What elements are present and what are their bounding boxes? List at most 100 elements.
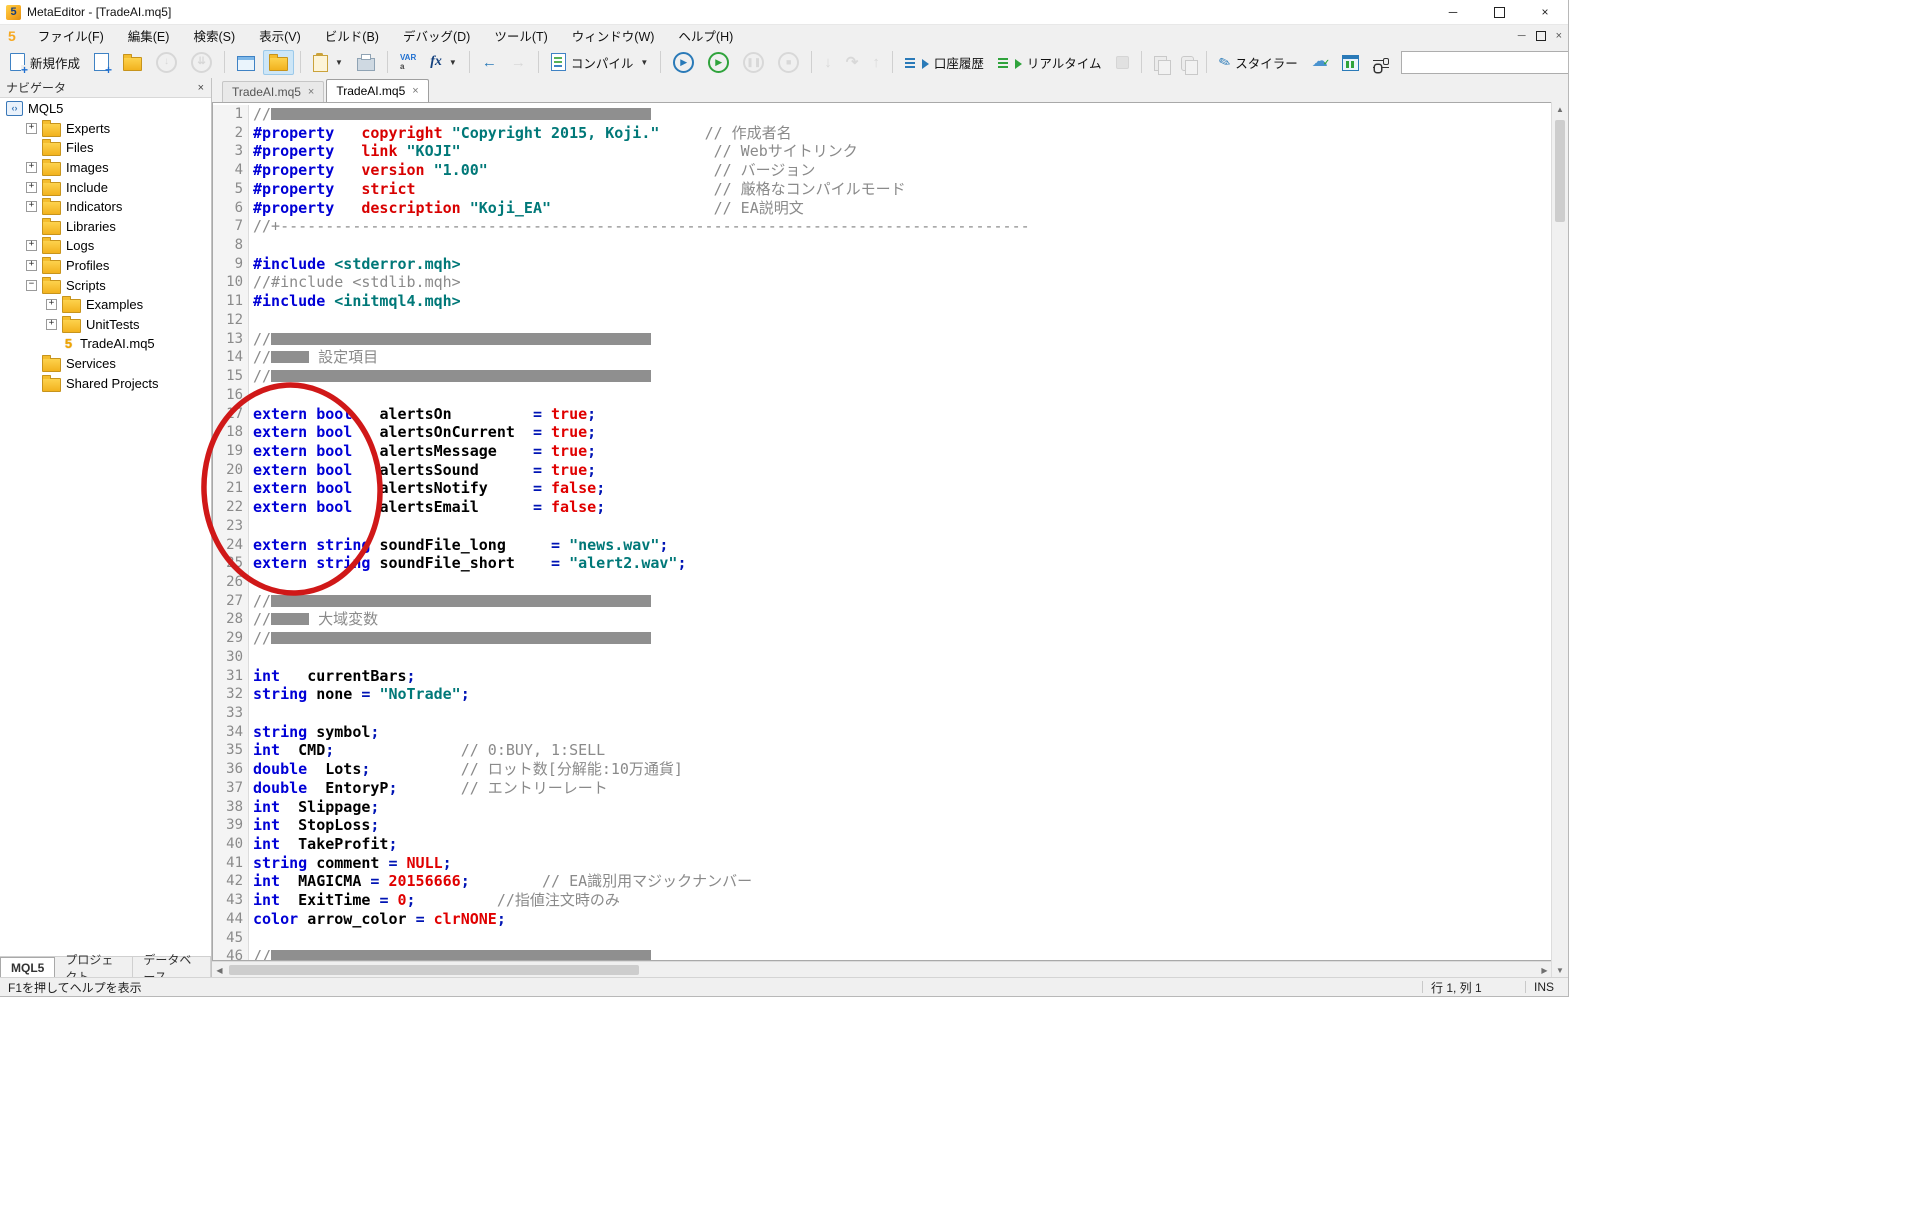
horizontal-scroll-thumb[interactable] — [229, 965, 639, 975]
print-button[interactable] — [351, 49, 381, 75]
market-button[interactable] — [1336, 49, 1365, 75]
comment-divider-bar — [271, 950, 651, 960]
compile-button[interactable]: コンパイル ▼ — [545, 49, 654, 76]
code-line: 8 — [213, 236, 1552, 255]
tree-item-scripts[interactable]: − Scripts — [0, 275, 211, 295]
document-tab[interactable]: TradeAI.mq5× — [222, 81, 324, 102]
tree-item-indicators[interactable]: +Indicators — [0, 197, 211, 217]
styler-button[interactable]: ✎ スタイラー — [1213, 49, 1304, 76]
search-options-button[interactable] — [1367, 50, 1395, 75]
code-line: 31int currentBars; — [213, 667, 1552, 686]
scroll-left-icon[interactable]: ◀ — [212, 966, 227, 975]
menu-item[interactable]: ヘルプ(H) — [666, 24, 745, 47]
folder-icon — [123, 57, 142, 71]
minimize-button[interactable]: ─ — [1430, 0, 1476, 24]
paste-button[interactable]: ▼ — [307, 49, 349, 76]
step-over-icon: ↷ — [846, 53, 859, 71]
account-history-button[interactable]: 口座履歴 — [899, 49, 990, 76]
line-number: 30 — [213, 648, 249, 667]
tree-item-shared-projects[interactable]: Shared Projects — [0, 373, 211, 393]
expand-icon[interactable]: + — [26, 240, 37, 251]
realtime-button[interactable]: リアルタイム — [992, 49, 1108, 76]
status-help-text: F1を押してヘルプを表示 — [0, 979, 1414, 996]
navigator-tab-mql5[interactable]: MQL5 — [0, 957, 55, 978]
tree-item-include[interactable]: +Include — [0, 177, 211, 197]
history-lines-icon — [905, 58, 915, 69]
toggle-navigator-button[interactable] — [231, 50, 261, 75]
code-line: 5#property strict // 厳格なコンパイルモード — [213, 180, 1552, 199]
tree-item-images[interactable]: +Images — [0, 158, 211, 178]
menu-item[interactable]: ビルド(B) — [313, 24, 391, 47]
run-button[interactable]: ▶ — [702, 48, 735, 77]
expand-icon[interactable]: + — [46, 319, 57, 330]
tree-item-services[interactable]: Services — [0, 354, 211, 374]
menu-item[interactable]: ツール(T) — [482, 24, 559, 47]
tree-item-examples[interactable]: + Examples — [0, 295, 211, 315]
clipboard-icon — [313, 55, 328, 72]
menu-item[interactable]: 表示(V) — [247, 24, 313, 47]
expand-icon[interactable]: + — [26, 260, 37, 271]
menu-item[interactable]: デバッグ(D) — [391, 24, 482, 47]
cursor-position: 行 1, 列 1 — [1431, 979, 1517, 996]
open-folder-button[interactable] — [117, 50, 148, 75]
scroll-right-icon[interactable]: ▶ — [1537, 966, 1552, 975]
vertical-scroll-thumb[interactable] — [1555, 120, 1565, 222]
save-button: ↓ — [150, 48, 183, 77]
line-number: 12 — [213, 311, 249, 330]
tree-item-files[interactable]: Files — [0, 138, 211, 158]
tree-item-tradeai-mq5[interactable]: 5TradeAI.mq5 — [0, 334, 211, 354]
code-line: 10//#include <stdlib.mqh> — [213, 273, 1552, 292]
line-number: 46 — [213, 947, 249, 960]
expand-icon[interactable]: + — [26, 201, 37, 212]
tree-item-unittests[interactable]: +UnitTests — [0, 315, 211, 335]
tree-item-mql5[interactable]: ‹›MQL5 — [0, 99, 211, 119]
code-line: 11#include <initmql4.mqh> — [213, 292, 1552, 311]
tab-close-icon[interactable]: × — [412, 85, 418, 97]
mdi-restore-button[interactable] — [1536, 31, 1546, 41]
document-tab-active[interactable]: TradeAI.mq5× — [326, 79, 428, 102]
menu-item[interactable]: 編集(E) — [116, 24, 182, 47]
expand-icon[interactable]: + — [26, 162, 37, 173]
tree-item-label: Scripts — [66, 278, 106, 293]
mdi-minimize-button[interactable]: ─ — [1518, 30, 1526, 42]
scroll-up-icon[interactable]: ▲ — [1556, 102, 1564, 117]
expand-icon[interactable]: + — [26, 123, 37, 134]
navigator-close-icon[interactable]: × — [195, 82, 207, 94]
vertical-scrollbar[interactable]: ▲ ▼ — [1551, 102, 1568, 978]
code-line: 29// — [213, 629, 1552, 648]
tree-item-logs[interactable]: +Logs — [0, 236, 211, 256]
tree-item-experts[interactable]: +Experts — [0, 119, 211, 139]
new-document-button[interactable] — [88, 49, 115, 75]
expand-icon[interactable]: + — [26, 182, 37, 193]
collapse-icon[interactable]: − — [26, 280, 37, 291]
horizontal-scrollbar[interactable]: ◀ ▶ — [212, 961, 1552, 978]
maximize-button[interactable] — [1476, 0, 1522, 24]
mdi-close-button[interactable]: × — [1556, 30, 1562, 42]
scroll-down-icon[interactable]: ▼ — [1556, 963, 1564, 978]
search-input[interactable] — [1406, 53, 1569, 72]
menu-item[interactable]: ファイル(F) — [26, 24, 116, 47]
new-file-button[interactable]: 新規作成 — [4, 49, 86, 76]
function-list-button[interactable]: fx▼ — [424, 50, 463, 74]
tree-item-label: Examples — [86, 297, 143, 312]
menu-item[interactable]: ウィンドウ(W) — [560, 24, 667, 47]
variables-button[interactable]: VARa — [394, 49, 422, 75]
navigator-tab-データベース[interactable]: データベース — [133, 957, 211, 978]
dropdown-arrow-icon: ▼ — [335, 58, 343, 67]
expand-icon[interactable]: + — [46, 299, 57, 310]
menu-item[interactable]: 検索(S) — [181, 24, 247, 47]
line-number: 36 — [213, 760, 249, 779]
tab-close-icon[interactable]: × — [308, 86, 314, 98]
debug-start-button[interactable]: ▶ — [667, 48, 700, 77]
cloud-sync-button[interactable]: ☁ — [1306, 50, 1334, 74]
code-editor[interactable]: 1//2#property copyright "Copyright 2015,… — [212, 102, 1552, 961]
tree-item-profiles[interactable]: +Profiles — [0, 256, 211, 276]
tree-item-libraries[interactable]: Libraries — [0, 217, 211, 237]
line-number: 7 — [213, 217, 249, 236]
close-button[interactable]: × — [1522, 0, 1568, 24]
realtime-lines-icon — [998, 58, 1008, 69]
navigator-tab-プロジェクト[interactable]: プロジェクト — [55, 957, 133, 978]
toggle-toolbox-button[interactable] — [263, 50, 294, 75]
navigate-back-button[interactable]: ← — [476, 50, 503, 75]
code-line: 42int MAGICMA = 20156666; // EA識別用マジックナン… — [213, 872, 1552, 891]
